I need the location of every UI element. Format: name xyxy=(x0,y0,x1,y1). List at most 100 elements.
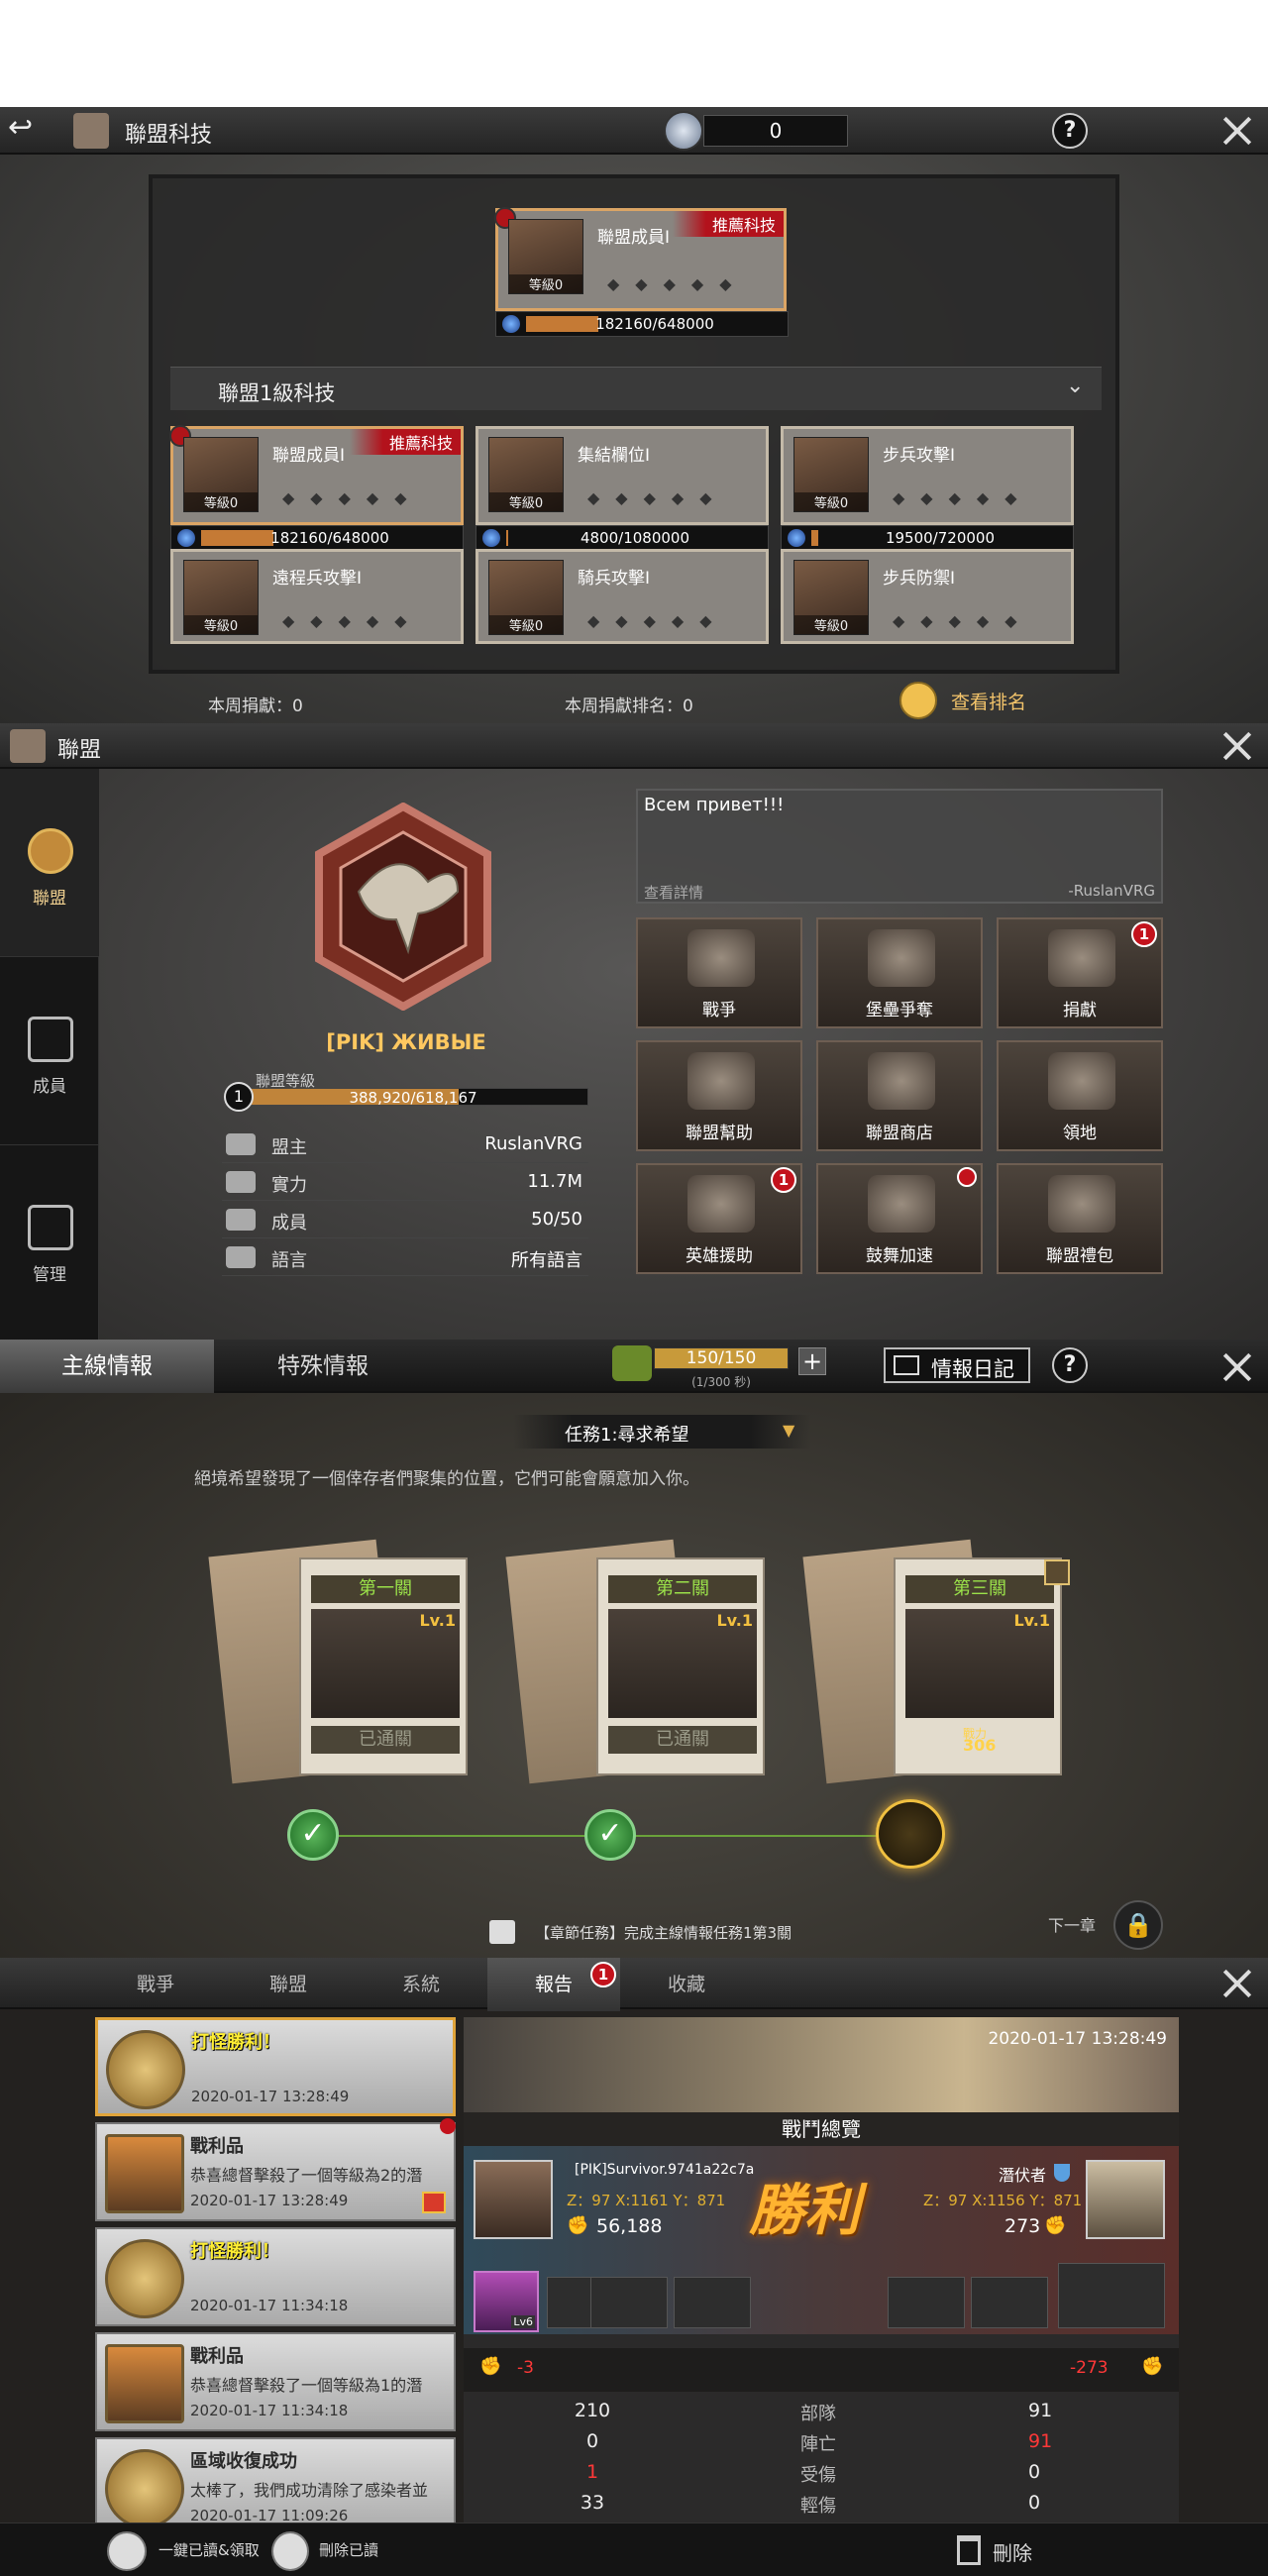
section-header[interactable]: 聯盟1級科技 ⌄ xyxy=(170,367,1102,410)
report-item[interactable]: 打怪勝利！ 2020-01-17 13:28:49 xyxy=(95,2017,456,2116)
stat-left: 1 xyxy=(585,2461,599,2483)
trash-icon[interactable] xyxy=(957,2535,981,2565)
tech-card[interactable]: 等級0 遠程兵攻擊I ◆◆◆◆◆ xyxy=(170,549,464,644)
tech-name: 步兵攻擊I xyxy=(883,446,956,466)
delete-read-button[interactable]: 刪除已讀 xyxy=(319,2539,378,2560)
view-rank-button[interactable]: 查看排名 xyxy=(951,688,1026,714)
close-button[interactable] xyxy=(1216,726,1256,766)
report-desc: 恭喜總督擊殺了一個等級為1的潛 xyxy=(190,2376,423,2395)
close-button[interactable] xyxy=(1216,1964,1256,2003)
defender-avatar[interactable] xyxy=(1086,2160,1165,2239)
report-desc: 太棒了，我們成功清除了感染者並 xyxy=(190,2481,429,2500)
mission-select[interactable]: 任務1:尋求希望 ▼ xyxy=(513,1415,810,1449)
gift-bag-icon xyxy=(1048,1175,1115,1233)
info-value: 所有語言 xyxy=(511,1250,582,1271)
tech-card[interactable]: 等級0 騎兵攻擊I ◆◆◆◆◆ xyxy=(476,549,769,644)
attacker-power: 56,188 xyxy=(596,2215,663,2237)
report-time: 2020-01-17 11:34:18 xyxy=(190,2402,349,2419)
alliance-pistols-button[interactable]: 戰爭 xyxy=(636,917,802,1028)
details-link[interactable]: 查看詳情 xyxy=(644,882,703,903)
button-label: 捐獻 xyxy=(1063,1001,1097,1020)
hero-slot-avatar[interactable]: Lv6 xyxy=(474,2271,539,2332)
intel-header: 主線情報 特殊情報 150/150 (1/300 秒) + 情報日記 ? xyxy=(0,1340,1268,1393)
stage-level: Lv.1 xyxy=(1013,1611,1050,1630)
tab-war[interactable]: 戰爭 xyxy=(89,1958,222,2011)
tab-main-intel[interactable]: 主線情報 xyxy=(0,1340,214,1393)
intel-panel: 主線情報 特殊情報 150/150 (1/300 秒) + 情報日記 ? 任務1… xyxy=(0,1340,1268,1958)
stamina-icon xyxy=(612,1345,652,1381)
stage-status: 已通關 xyxy=(608,1726,757,1754)
recommended-tag: 推薦科技 xyxy=(349,429,461,455)
stage-1-check-icon: ✓ xyxy=(287,1809,339,1861)
tech-card[interactable]: 等級0 步兵防禦I ◆◆◆◆◆ xyxy=(781,549,1074,644)
stage-card-2[interactable]: 第二關 Lv.1 已通關 xyxy=(505,1539,765,1784)
help-button[interactable]: ? xyxy=(1052,113,1088,149)
fist-medal-icon xyxy=(105,2449,184,2528)
tab-alliance[interactable]: 聯盟 xyxy=(222,1958,355,2011)
info-key: 語言 xyxy=(271,1250,307,1271)
attacker-avatar[interactable] xyxy=(474,2160,553,2239)
info-key: 成員 xyxy=(271,1213,307,1234)
stat-left: 33 xyxy=(580,2492,605,2514)
coin-icon xyxy=(177,529,195,547)
message-board[interactable]: Всем привет!!! 查看詳情 -RuslanVRG xyxy=(636,789,1163,904)
top-tech-card[interactable]: 等級0 聯盟成員I 推薦科技 ◆◆◆◆◆ xyxy=(494,207,787,311)
envelope-icon[interactable] xyxy=(107,2531,147,2571)
back-button[interactable]: ↩ xyxy=(8,113,67,147)
locked-next-chapter-button[interactable]: 🔒 xyxy=(1113,1900,1163,1950)
chapter-task-icon xyxy=(489,1920,515,1944)
alliance-bonfire-button[interactable]: 鼓舞加速 xyxy=(816,1163,983,1274)
report-icon[interactable] xyxy=(1044,1559,1070,1585)
leader-icon xyxy=(226,1133,256,1155)
report-item[interactable]: 打怪勝利！ 2020-01-17 11:34:18 xyxy=(95,2227,456,2326)
alliance-exp-bar: 388,920/618,167 xyxy=(238,1088,588,1107)
defender-loss: -273 xyxy=(1070,2358,1109,2378)
current-stage-fist-icon[interactable] xyxy=(876,1799,945,1869)
stamina-bar: 150/150 xyxy=(654,1347,789,1369)
tech-card[interactable]: 等級0 集結欄位I ◆◆◆◆◆ xyxy=(476,426,769,525)
add-stamina-button[interactable]: + xyxy=(798,1347,826,1375)
tech-progress: 182160/648000 xyxy=(170,525,464,551)
tech-level: 等級0 xyxy=(184,615,258,634)
attacker-coords[interactable]: Z：97 X:1161 Y：871 xyxy=(567,2190,725,2210)
report-item[interactable]: 戰利品 恭喜總督擊殺了一個等級為1的潛 2020-01-17 11:34:18 xyxy=(95,2332,456,2431)
report-item[interactable]: 區域收復成功 太棒了，我們成功清除了感染者並 2020-01-17 11:09:26 xyxy=(95,2437,456,2536)
alliance-handshake-button[interactable]: 聯盟幫助 xyxy=(636,1040,802,1151)
sidebar-item-alliance[interactable]: 聯盟 xyxy=(0,769,99,957)
tab-system[interactable]: 系統 xyxy=(355,1958,487,2011)
stage-card-1[interactable]: 第一關 Lv.1 已通關 xyxy=(208,1539,468,1784)
alliance-tech-panel: ↩ 聯盟科技 0 ? 等級0 聯盟成員I 推薦科技 ◆◆◆◆◆ 182160/6… xyxy=(0,107,1268,723)
read-all-button[interactable]: 一鍵已讀&領取 xyxy=(158,2539,260,2560)
tab-special-intel[interactable]: 特殊情報 xyxy=(214,1340,432,1393)
alliance-shop-button[interactable]: 聯盟商店 xyxy=(816,1040,983,1151)
tech-card[interactable]: 等級0 步兵攻擊I ◆◆◆◆◆ xyxy=(781,426,1074,525)
ranking-icon[interactable] xyxy=(899,682,937,719)
alliance-heroes-button[interactable]: 英雄援助 1 xyxy=(636,1163,802,1274)
stat-left: 0 xyxy=(585,2430,599,2452)
empty-hero-slot xyxy=(971,2277,1048,2328)
close-button[interactable] xyxy=(1216,1347,1256,1387)
stamina-rate: (1/300 秒) xyxy=(691,1375,751,1389)
stage-card-3[interactable]: 第三關 Lv.1 戰力 306 xyxy=(802,1539,1070,1784)
sidebar-item-manage[interactable]: 管理 xyxy=(0,1145,99,1334)
tech-name: 遠程兵攻擊I xyxy=(272,569,363,589)
alliance-territory-button[interactable]: 領地 xyxy=(997,1040,1163,1151)
report-badge: 1 xyxy=(590,1962,616,1987)
members-icon xyxy=(226,1209,256,1231)
empty-hero-slot xyxy=(674,2277,751,2328)
tech-level: 等級0 xyxy=(794,492,868,511)
attacker-name: [PIK]Survivor.9741a22c7a xyxy=(575,2162,755,2178)
alliance-donate-button[interactable]: 捐獻 1 xyxy=(997,917,1163,1028)
close-button[interactable] xyxy=(1216,111,1256,151)
delete-button[interactable]: 刪除 xyxy=(993,2537,1032,2566)
intel-diary-button[interactable]: 情報日記 xyxy=(884,1347,1030,1383)
help-button[interactable]: ? xyxy=(1052,1347,1088,1383)
tab-favorites[interactable]: 收藏 xyxy=(620,1958,753,2011)
sidebar-item-members[interactable]: 成員 xyxy=(0,957,99,1145)
defender-coords[interactable]: Z：97 X:1156 Y：871 xyxy=(923,2190,1082,2210)
alliance-gift-bag-button[interactable]: 聯盟禮包 xyxy=(997,1163,1163,1274)
trash-icon[interactable] xyxy=(271,2531,309,2571)
tech-card[interactable]: 等級0 聯盟成員I 推薦科技 ◆◆◆◆◆ xyxy=(169,425,464,525)
report-item[interactable]: 戰利品 恭喜總督擊殺了一個等級為2的潛 2020-01-17 13:28:49 xyxy=(95,2118,456,2221)
alliance-fortress-button[interactable]: 堡壘爭奪 xyxy=(816,917,983,1028)
